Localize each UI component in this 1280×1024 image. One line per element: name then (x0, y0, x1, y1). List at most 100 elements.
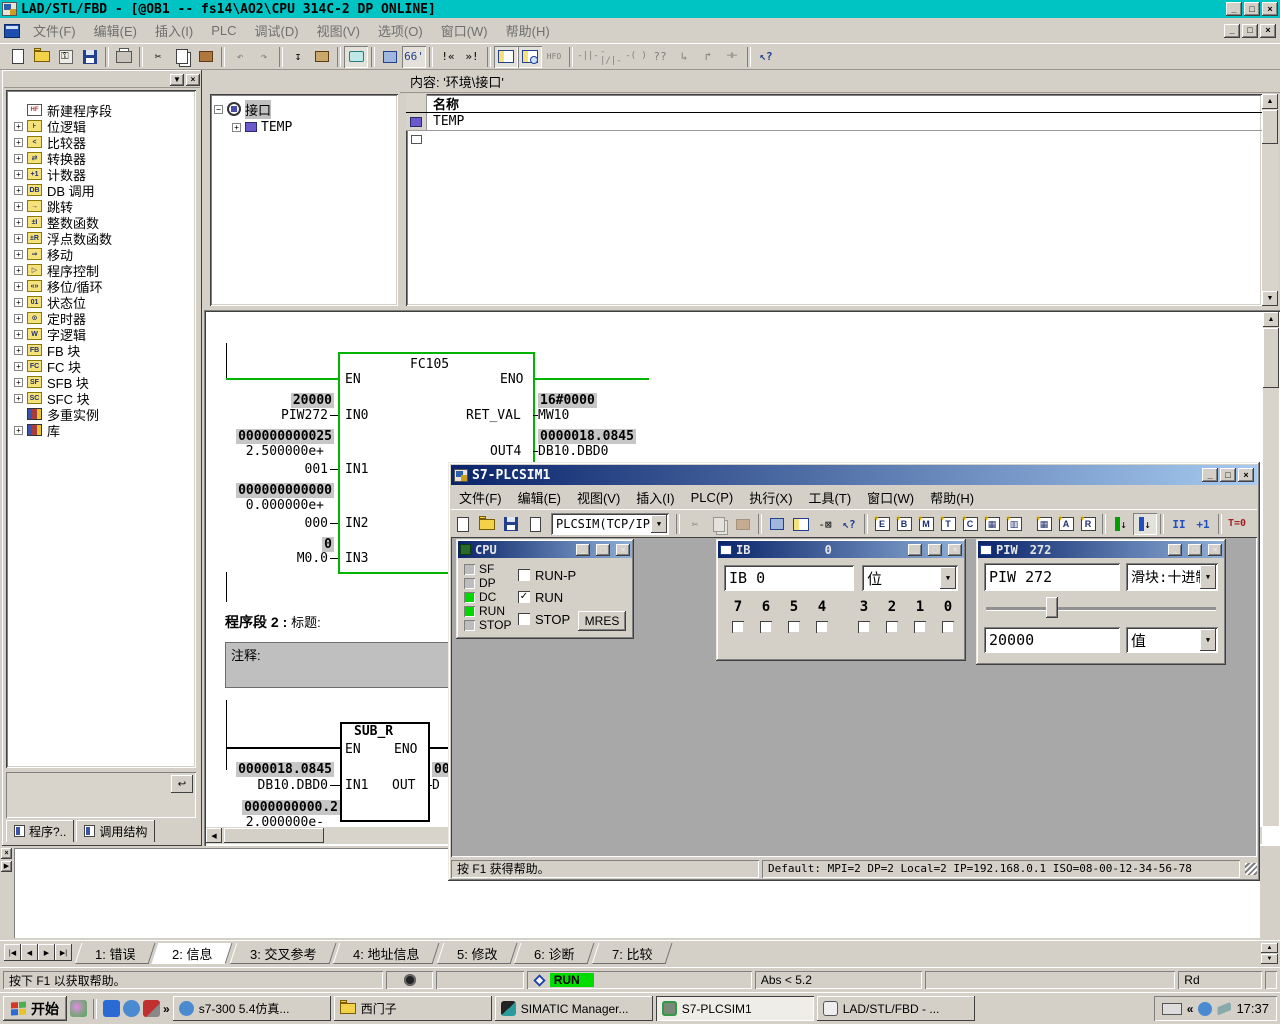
last-tab-icon[interactable]: ▶| (55, 944, 72, 961)
runp-checkbox[interactable] (518, 569, 530, 581)
catalog-item-bit-logic[interactable]: ⊦位逻辑 (6, 118, 196, 134)
glasses-button[interactable]: 66' (402, 46, 426, 68)
open-button[interactable] (475, 513, 499, 535)
mdi-restore-button[interactable]: □ (1242, 24, 1258, 38)
piw-value-field[interactable]: 20000 (984, 627, 1120, 653)
mdi-child-icon[interactable] (4, 24, 20, 38)
scroll-down-icon[interactable]: ▼ (1262, 291, 1278, 306)
interface-root-row[interactable]: − 接口 (210, 100, 398, 118)
maximize-button[interactable]: □ (1188, 544, 1202, 556)
expand-icon[interactable] (14, 122, 23, 131)
connection-select[interactable]: PLCSIM(TCP/IP) ▼ (551, 513, 669, 535)
table-row-temp[interactable]: TEMP (406, 113, 1262, 131)
stop-checkbox-row[interactable]: STOP (518, 611, 576, 627)
quick-launch-icon-2[interactable] (103, 1000, 120, 1017)
quick-launch-icon-1[interactable] (70, 1000, 87, 1017)
maximize-button[interactable]: □ (1220, 468, 1236, 482)
tab-call-structure[interactable]: 调用结构 (76, 820, 155, 842)
menu-edit[interactable]: 编辑(E) (510, 486, 569, 509)
insert-counter-button[interactable]: C✶ (959, 513, 981, 535)
monitor-toggle-button[interactable] (344, 46, 368, 68)
piw-window[interactable]: PIW 272 _ □ × PIW 272 滑块:十进制▼ 20000 值▼ (976, 539, 1226, 665)
tab-errors[interactable]: 1: 错误 (75, 943, 156, 964)
tray-icon-1[interactable] (1198, 1002, 1212, 1016)
network2-header[interactable]: 程序段 2 : 标题: (225, 612, 321, 632)
operand[interactable]: DB10.DBD0 (538, 444, 608, 459)
piw-format-select[interactable]: 滑块:十进制▼ (1126, 563, 1218, 591)
quick-launch-icon-4[interactable] (143, 1000, 160, 1017)
operand[interactable]: PIW272 (228, 408, 328, 423)
detail-view-button[interactable] (518, 46, 542, 68)
open-button[interactable] (30, 46, 54, 68)
cpu-titlebar[interactable]: CPU _ □ × (458, 541, 632, 558)
operand[interactable]: DB10.DBD0 (228, 778, 328, 793)
tray-chevron-icon[interactable]: « (1187, 1002, 1194, 1016)
output-close-icon[interactable]: × (1, 848, 12, 859)
taskbar-item-plcsim[interactable]: S7-PLCSIM1 (656, 996, 814, 1021)
mdi-minimize-button[interactable]: _ (1224, 24, 1240, 38)
scroll-up-icon[interactable]: ▲ (1261, 943, 1278, 953)
reset-timers-button[interactable]: T=0 (1225, 513, 1249, 535)
operand-line1[interactable]: 0.000000e+ (228, 498, 324, 513)
expand-icon[interactable] (14, 154, 23, 163)
goto-prev-error-button[interactable]: !« (436, 46, 460, 68)
menu-help[interactable]: 帮助(H) (922, 486, 982, 509)
editor-vscrollbar[interactable]: ▲ (1263, 312, 1279, 826)
menu-window[interactable]: 窗口(W) (859, 486, 922, 509)
open-online-button[interactable] (54, 46, 78, 68)
catalog-item-fb-blocks[interactable]: FBFB 块 (6, 342, 196, 358)
insert-output-button[interactable]: B✶ (893, 513, 915, 535)
scroll-thumb[interactable] (224, 828, 324, 843)
taskbar-item-simatic-manager[interactable]: SIMATIC Manager... (495, 996, 653, 1021)
expand-icon[interactable] (14, 298, 23, 307)
catalog-item-multi-instance[interactable]: 多重实例 (6, 406, 196, 422)
panel-dropdown-icon[interactable]: ▼ (170, 74, 184, 86)
rail-button[interactable]: ⊣⊢ (720, 46, 744, 68)
dropdown-arrow-icon[interactable]: ▼ (1200, 565, 1216, 589)
expand-icon[interactable] (14, 266, 23, 275)
expand-icon[interactable] (14, 346, 23, 355)
bit-checkbox-3[interactable] (858, 621, 870, 633)
jump-to-source-button[interactable]: ↩ (171, 775, 193, 793)
mres-button[interactable]: MRES (578, 611, 626, 631)
menu-file[interactable]: 文件(F) (24, 19, 85, 42)
menu-view[interactable]: 视图(V) (308, 19, 369, 42)
resize-grip[interactable] (1245, 863, 1257, 875)
tab-info[interactable]: 2: 信息 (152, 943, 233, 964)
cascade-button[interactable] (765, 513, 789, 535)
operand-line2[interactable]: 001 (228, 462, 328, 477)
piw-slider-track[interactable] (986, 607, 1216, 610)
cut-button[interactable]: ✂ (146, 46, 170, 68)
scroll-down-icon[interactable]: ▼ (1261, 954, 1278, 964)
single-scan-button[interactable]: ↓ (1133, 513, 1157, 535)
save-button[interactable] (499, 513, 523, 535)
download-button[interactable]: ↧ (286, 46, 310, 68)
run-checkbox-row[interactable]: RUN (518, 589, 576, 605)
scroll-thumb[interactable] (1262, 110, 1278, 144)
maximize-button[interactable]: □ (596, 544, 610, 556)
panel-close-icon[interactable]: × (186, 74, 200, 86)
catalog-item-move[interactable]: ⇒移动 (6, 246, 196, 262)
catalog-item-sfb-blocks[interactable]: SFSFB 块 (6, 374, 196, 390)
catalog-item-float-fn[interactable]: ±R浮点数函数 (6, 230, 196, 246)
open-branch-button[interactable]: ↳ (672, 46, 696, 68)
tile-button[interactable] (789, 513, 813, 535)
table-row-empty[interactable] (406, 131, 1262, 148)
expand-icon[interactable] (14, 250, 23, 259)
contact-no-button[interactable]: -||- (576, 46, 600, 68)
minimize-button[interactable]: _ (1226, 2, 1242, 16)
interface-temp-row[interactable]: + TEMP (210, 118, 398, 136)
taskbar-item-siemens-folder[interactable]: 西门子 (334, 996, 492, 1021)
piw-value-format-select[interactable]: 值▼ (1126, 627, 1218, 653)
output-expand-icon[interactable]: ▶ (1, 861, 12, 872)
menu-view[interactable]: 视图(V) (569, 486, 628, 509)
expand-icon[interactable] (14, 282, 23, 291)
menu-debug[interactable]: 调试(D) (246, 19, 308, 42)
goto-next-error-button[interactable]: »! (460, 46, 484, 68)
plcsim-window[interactable]: S7-PLCSIM1 _ □ × 文件(F) 编辑(E) 视图(V) 插入(I)… (448, 462, 1260, 881)
plcsim-titlebar[interactable]: S7-PLCSIM1 _ □ × (451, 465, 1257, 485)
minimize-button[interactable]: _ (908, 544, 922, 556)
expand-icon[interactable] (14, 362, 23, 371)
close-branch-button[interactable]: ↱ (696, 46, 720, 68)
next-tab-icon[interactable]: ▶ (38, 944, 55, 961)
